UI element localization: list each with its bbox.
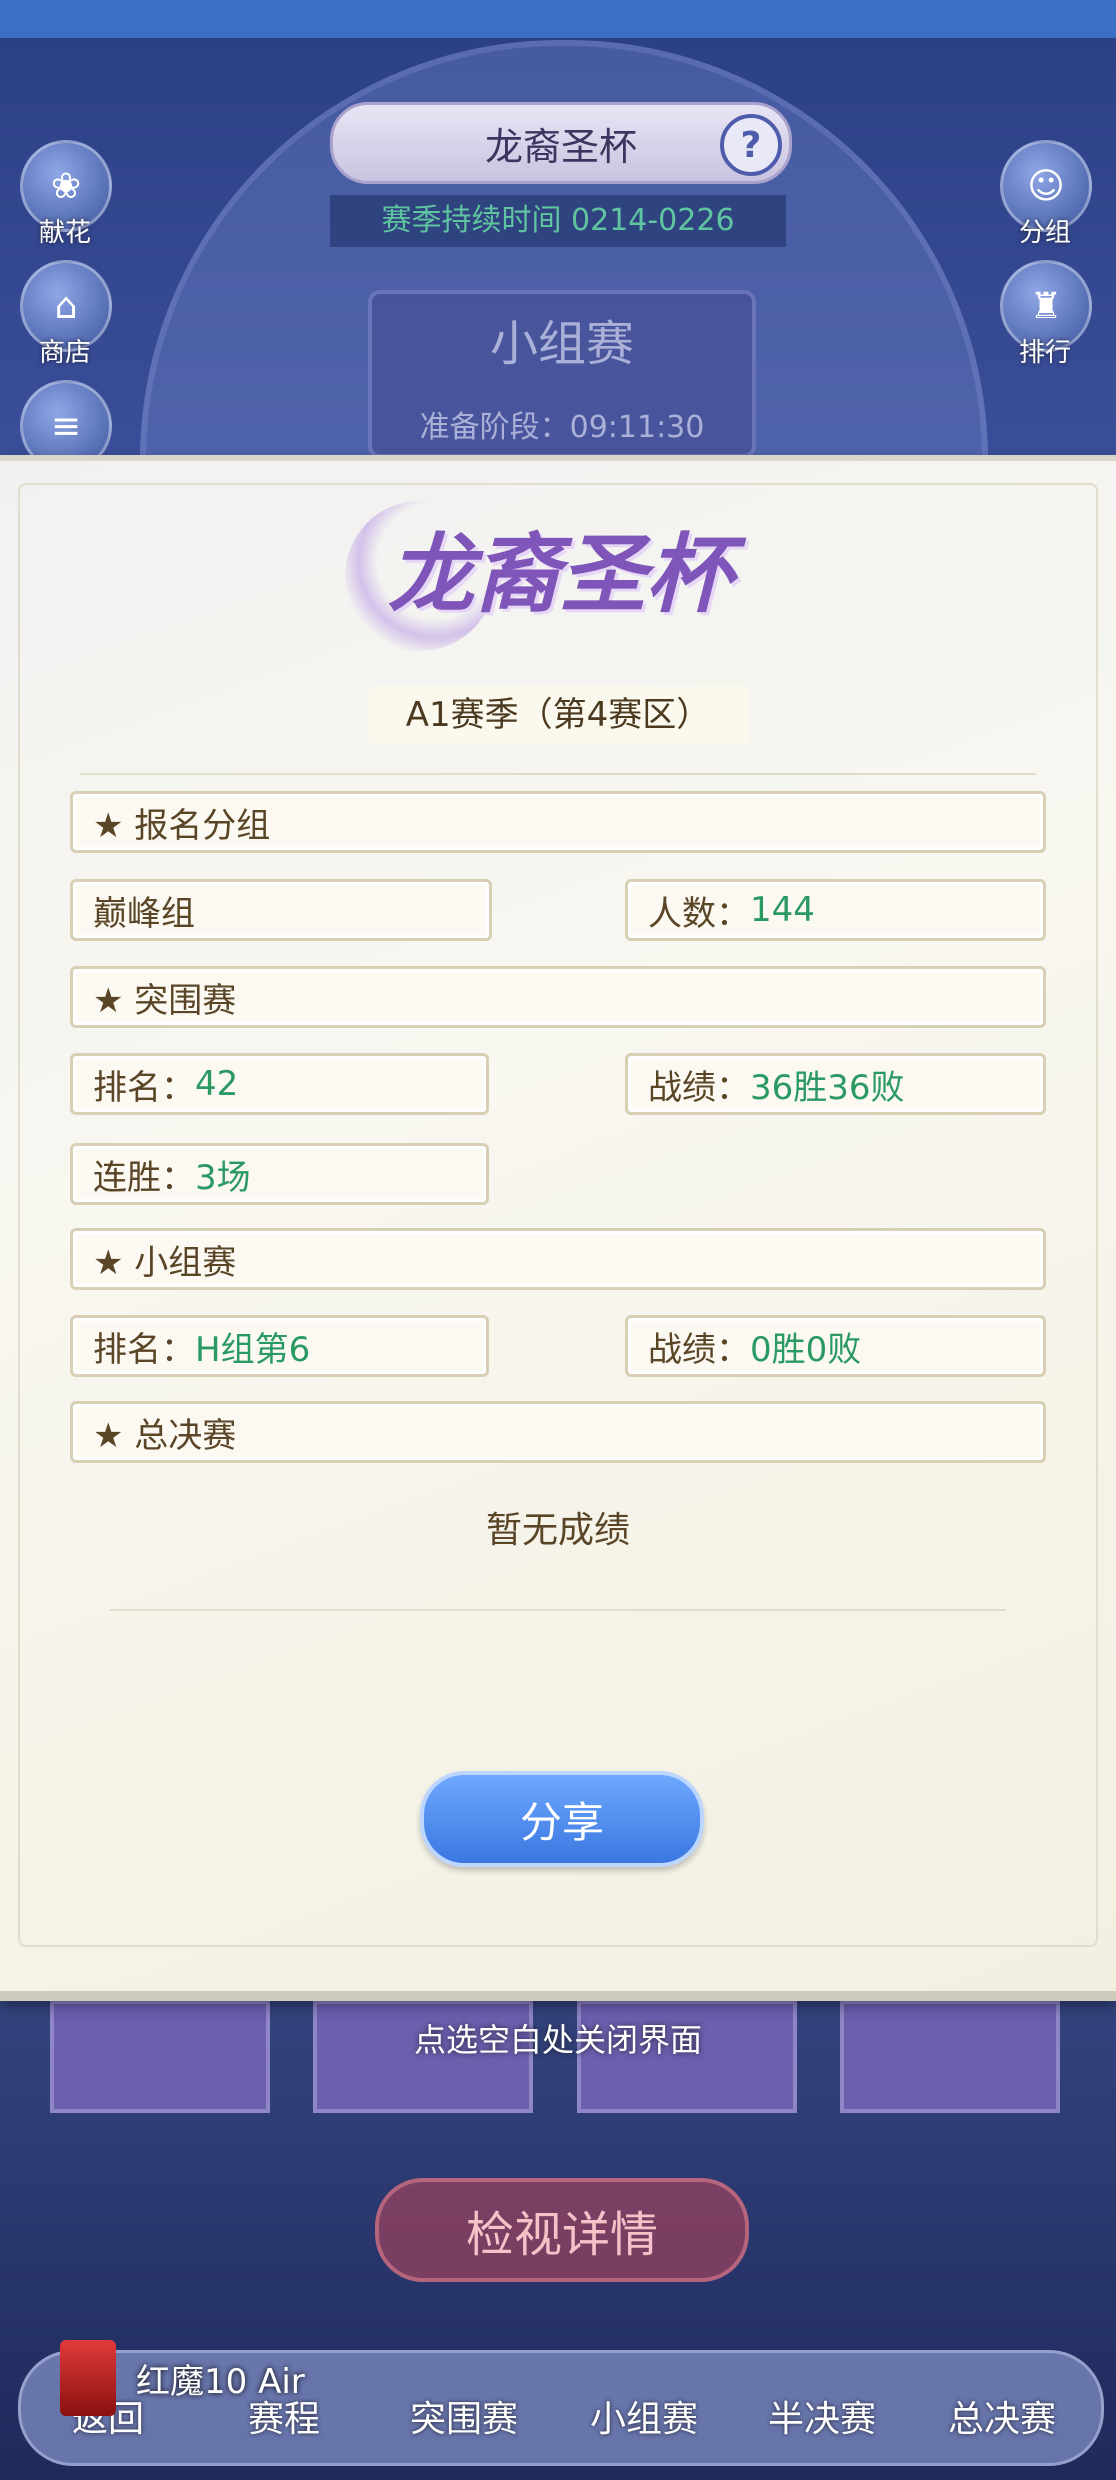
signup-group-box: 巅峰组 xyxy=(70,879,492,941)
streak-value: 3场 xyxy=(195,1157,251,1198)
nav-semifinal[interactable]: 半决赛 xyxy=(768,2390,876,2442)
share-button[interactable]: 分享 xyxy=(420,1771,704,1867)
group-rank-box: 排名： H组第6 xyxy=(70,1315,489,1377)
section-header-breakout: ★ 突围赛 xyxy=(70,966,1046,1028)
count-value: 144 xyxy=(750,890,815,930)
section-title: ★ 报名分组 xyxy=(93,805,271,846)
streak-label: 连胜： xyxy=(93,1157,195,1198)
stage-banner: 小组赛 准备阶段：09:11:30 xyxy=(368,290,756,458)
share-label: 分享 xyxy=(519,1797,604,1847)
record-value: 36胜36败 xyxy=(750,1067,905,1108)
signup-group: 巅峰组 xyxy=(93,893,195,934)
view-details-button[interactable]: 检视详情 xyxy=(375,2178,749,2282)
season-duration: 赛季持续时间 0214-0226 xyxy=(330,195,786,247)
rank-value: H组第6 xyxy=(195,1329,311,1370)
section-title: ★ 突围赛 xyxy=(93,980,237,1021)
ranking-button[interactable]: ♜ 排行 xyxy=(1000,260,1092,369)
device-brand: 红魔10 Air xyxy=(136,2361,305,2402)
section-header-signup: ★ 报名分组 xyxy=(70,791,1046,853)
tournament-logo: 龙裔圣杯 xyxy=(388,523,732,625)
final-no-result: 暂无成绩 xyxy=(485,1510,630,1551)
record-label: 战绩： xyxy=(648,1329,750,1370)
signup-count-box: 人数： 144 xyxy=(625,879,1046,941)
group-button[interactable]: ☺ 分组 xyxy=(1000,140,1092,249)
close-hint[interactable]: 点选空白处关闭界面 xyxy=(0,2015,1116,2061)
group-record-box: 战绩： 0胜0败 xyxy=(625,1315,1046,1377)
view-details-label: 检视详情 xyxy=(465,2207,658,2263)
result-card: 龙裔圣杯 A1赛季（第4赛区） ★ 报名分组 巅峰组 人数： 144 ★ 突围赛 … xyxy=(0,455,1116,2001)
brand-logo-icon xyxy=(60,2340,116,2416)
section-title: ★ 小组赛 xyxy=(93,1242,237,1283)
breakout-streak-box: 连胜： 3场 xyxy=(70,1143,489,1205)
prep-countdown: 准备阶段：09:11:30 xyxy=(419,410,705,445)
nav-breakout[interactable]: 突围赛 xyxy=(410,2390,518,2442)
device-watermark: 红魔10 Air xyxy=(60,2340,305,2416)
count-label: 人数： xyxy=(648,893,750,934)
top-status-bar xyxy=(0,0,1116,38)
stage-name: 小组赛 xyxy=(489,316,634,372)
section-header-final: ★ 总决赛 xyxy=(70,1401,1046,1463)
record-value: 0胜0败 xyxy=(750,1329,862,1370)
section-header-group: ★ 小组赛 xyxy=(70,1228,1046,1290)
nav-final[interactable]: 总决赛 xyxy=(948,2390,1056,2442)
shop-button[interactable]: ⌂ 商店 xyxy=(20,260,112,369)
group-label: 分组 xyxy=(1018,218,1071,248)
rank-label: 排名： xyxy=(93,1329,195,1370)
tournament-title: 龙裔圣杯 xyxy=(484,124,637,169)
rank-label: 排名： xyxy=(93,1067,195,1108)
section-title: ★ 总决赛 xyxy=(93,1415,237,1456)
rank-value: 42 xyxy=(195,1064,239,1104)
breakout-record-box: 战绩： 36胜36败 xyxy=(625,1053,1046,1115)
ranking-label: 排行 xyxy=(1018,338,1071,368)
help-icon[interactable]: ? xyxy=(720,114,782,176)
divider xyxy=(80,773,1036,775)
season-name: A1赛季（第4赛区） xyxy=(368,686,748,744)
flower-button[interactable]: ❀ 献花 xyxy=(20,140,112,249)
breakout-rank-box: 排名： 42 xyxy=(70,1053,489,1115)
record-label: 战绩： xyxy=(648,1067,750,1108)
divider xyxy=(110,1609,1006,1611)
flower-label: 献花 xyxy=(38,218,91,248)
nav-group[interactable]: 小组赛 xyxy=(590,2390,698,2442)
shop-label: 商店 xyxy=(38,338,91,368)
